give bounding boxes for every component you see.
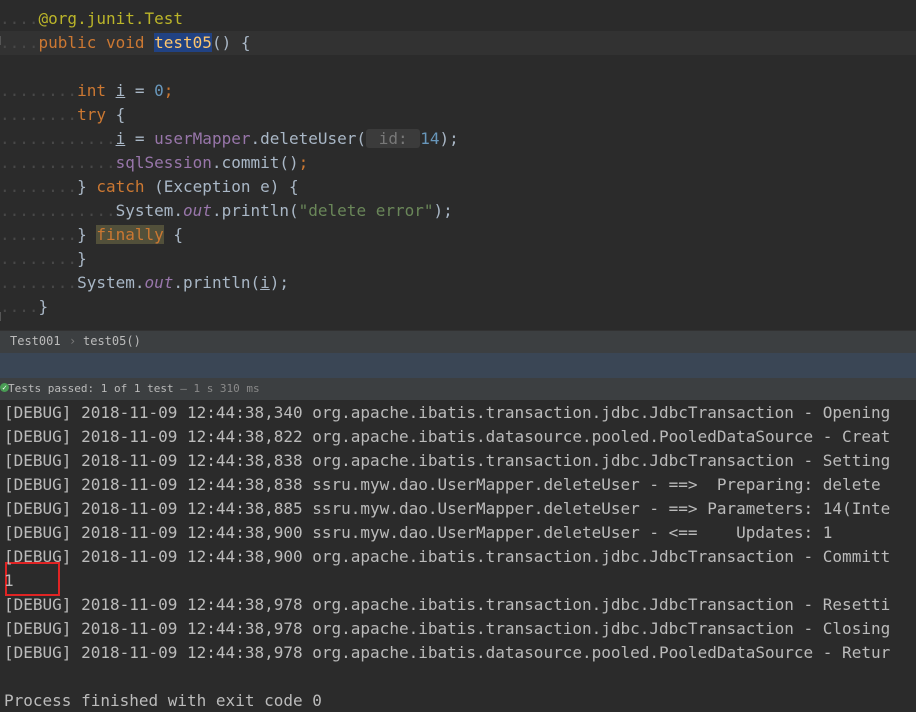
- code-token: .println(: [211, 201, 299, 220]
- code-token: );: [433, 201, 453, 220]
- code-token: @org.junit.: [38, 9, 145, 28]
- code-token: id:: [366, 129, 421, 148]
- code-line[interactable]: ............System.out.println("delete e…: [0, 199, 916, 223]
- code-token: );: [439, 129, 459, 148]
- code-token: 14: [420, 129, 440, 148]
- code-token: {: [163, 225, 184, 244]
- code-line[interactable]: ........} finally {: [0, 223, 916, 247]
- breadcrumb-separator: ›: [69, 334, 77, 348]
- code-token: );: [269, 273, 290, 292]
- code-line[interactable]: ........System.out.println(i);: [0, 271, 916, 295]
- code-token: public: [38, 33, 106, 52]
- test-status-bar: ✓ Tests passed: 1 of 1 test – 1 s 310 ms: [0, 378, 916, 400]
- code-editor[interactable]: ....@org.junit.Test ....public void test0…: [0, 0, 916, 330]
- code-token: 0: [154, 81, 164, 100]
- code-token: ;: [163, 81, 174, 100]
- status-duration: – 1 s 310 ms: [173, 382, 260, 395]
- console-line: [DEBUG] 2018-11-09 12:44:38,340 org.apac…: [4, 403, 891, 422]
- status-of-total: of 1 test: [113, 382, 174, 395]
- status-passed-count: 1: [100, 382, 108, 395]
- code-token: userMapper: [154, 129, 251, 148]
- breadcrumb: Test001 › test05(): [0, 330, 916, 353]
- panel-splitter[interactable]: [0, 353, 916, 378]
- indent-guide: ....: [0, 9, 39, 28]
- code-token: System.: [115, 201, 184, 220]
- code-token: "delete error": [298, 201, 434, 220]
- code-line[interactable]: ....@org.junit.Test: [0, 7, 916, 31]
- console-line: [DEBUG] 2018-11-09 12:44:38,978 org.apac…: [4, 595, 891, 614]
- code-token: }: [38, 297, 49, 316]
- code-token: try: [77, 105, 116, 124]
- code-line[interactable]: ........try {: [0, 103, 916, 127]
- code-token: (Exception e) {: [154, 177, 299, 196]
- indent-guide: ........: [0, 105, 78, 124]
- fold-marker-icon[interactable]: [0, 312, 7, 321]
- console-line: [DEBUG] 2018-11-09 12:44:38,978 org.apac…: [4, 619, 891, 638]
- indent-guide: ........: [0, 249, 78, 268]
- code-token: test05: [154, 33, 212, 52]
- console-line: [DEBUG] 2018-11-09 12:44:38,900 org.apac…: [4, 547, 891, 566]
- breadcrumb-method[interactable]: test05(): [83, 331, 141, 352]
- test-status-text: Tests passed: 1 of 1 test – 1 s 310 ms: [8, 378, 260, 400]
- console-line: [DEBUG] 2018-11-09 12:44:38,822 org.apac…: [4, 427, 891, 446]
- console-line: [DEBUG] 2018-11-09 12:44:38,885 ssru.myw…: [4, 499, 891, 518]
- code-token: i: [260, 273, 270, 292]
- code-token: }: [77, 249, 87, 268]
- fold-marker-icon[interactable]: [0, 36, 7, 45]
- code-token: }: [77, 177, 97, 196]
- code-token: void: [105, 33, 155, 52]
- code-token: {: [115, 105, 126, 124]
- code-token: i: [115, 81, 126, 100]
- code-token: sqlSession: [115, 153, 212, 172]
- indent-guide: ............: [0, 201, 116, 220]
- code-token: .println(: [173, 273, 261, 292]
- indent-guide: ........: [0, 273, 78, 292]
- indent-guide: ........: [0, 177, 78, 196]
- code-token: ;: [298, 153, 309, 172]
- console-line: 1: [4, 571, 14, 590]
- code-line[interactable]: ........} catch (Exception e) {: [0, 175, 916, 199]
- code-token: out: [144, 273, 174, 292]
- code-token: catch: [96, 177, 155, 196]
- console-line: [DEBUG] 2018-11-09 12:44:38,838 ssru.myw…: [4, 475, 881, 494]
- status-label: Tests passed:: [8, 382, 95, 395]
- console-line: [DEBUG] 2018-11-09 12:44:38,838 org.apac…: [4, 451, 891, 470]
- code-token: Test: [144, 9, 184, 28]
- console-line: Process finished with exit code 0: [4, 691, 322, 710]
- code-line[interactable]: [0, 55, 916, 79]
- code-token: .commit(): [211, 153, 299, 172]
- breadcrumb-class[interactable]: Test001: [10, 331, 61, 352]
- code-line[interactable]: ............sqlSession.commit();: [0, 151, 916, 175]
- code-line[interactable]: ....public void test05() {: [0, 31, 916, 55]
- indent-guide: ........: [0, 81, 78, 100]
- console-line: [DEBUG] 2018-11-09 12:44:38,900 ssru.myw…: [4, 523, 833, 542]
- indent-guide: ............: [0, 153, 116, 172]
- code-token: () {: [211, 33, 251, 52]
- code-token: .deleteUser(: [250, 129, 367, 148]
- code-line[interactable]: ........}: [0, 247, 916, 271]
- code-token: finally: [96, 225, 164, 244]
- code-line[interactable]: ........int i = 0;: [0, 79, 916, 103]
- console-line: [DEBUG] 2018-11-09 12:44:38,978 org.apac…: [4, 643, 891, 662]
- code-token: =: [125, 81, 155, 100]
- indent-guide: ........: [0, 225, 78, 244]
- code-line[interactable]: ....}: [0, 295, 916, 319]
- run-console[interactable]: [DEBUG] 2018-11-09 12:44:38,340 org.apac…: [0, 400, 916, 712]
- code-token: int: [77, 81, 116, 100]
- code-token: System.: [77, 273, 145, 292]
- code-token: }: [77, 225, 97, 244]
- code-token: out: [183, 201, 212, 220]
- code-token: i: [115, 129, 126, 148]
- code-token: =: [125, 129, 155, 148]
- code-line[interactable]: ............i = userMapper.deleteUser( i…: [0, 127, 916, 151]
- indent-guide: ............: [0, 129, 116, 148]
